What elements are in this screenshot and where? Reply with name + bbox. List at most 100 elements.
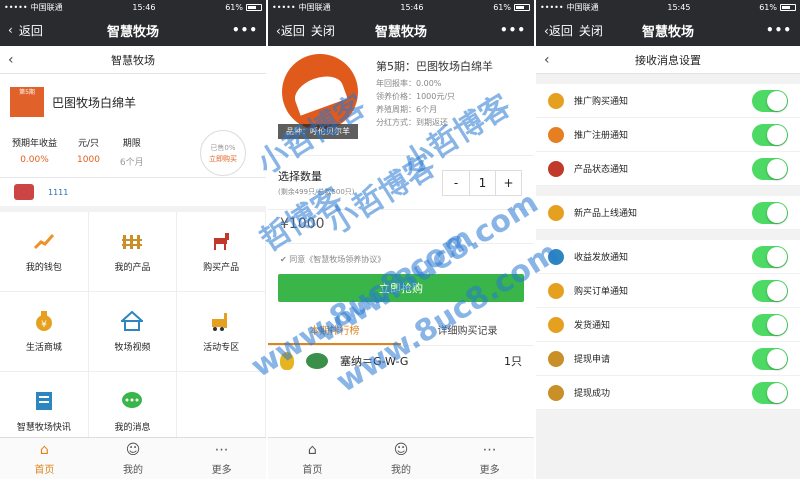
wechat-nav-bar: ‹返回 关闭 智慧牧场 •••	[536, 14, 800, 46]
notification-icon	[548, 384, 564, 401]
clock: 15:46	[132, 2, 156, 12]
svg-text:¥: ¥	[41, 320, 47, 330]
nav-title: 智慧牧场	[641, 24, 694, 40]
setting-label: 新产品上线通知	[574, 209, 638, 219]
battery-icon	[246, 3, 262, 11]
back-button[interactable]: ‹返回	[544, 22, 573, 39]
tab-more[interactable]: ⋯ 更多	[177, 438, 266, 479]
panel-product-detail: ••••• 中国联通 15:46 61% ‹返回 关闭 智慧牧场 ••• 品种：呼伦…	[268, 0, 534, 479]
setting-row: 推广注册通知	[536, 118, 800, 152]
avatar	[14, 184, 34, 200]
setting-row: 提现申请	[536, 342, 800, 376]
product-card[interactable]: 第5期 巴图牧场白绵羊 预期年收益 0.00% 元/只 1000 期限 6个月 已售0…	[0, 74, 266, 178]
notification-icon	[548, 350, 564, 367]
chevron-left-icon[interactable]: ‹	[8, 52, 28, 68]
settings-group: 新产品上线通知	[536, 196, 800, 230]
notification-toggle[interactable]	[752, 381, 788, 404]
setting-label: 发货通知	[574, 321, 611, 331]
product-header: 品种：呼伦贝尔羊 第5期：巴图牧场白绵羊 年回报率：0.00% 领养价格：100…	[268, 46, 534, 156]
grid-item-products[interactable]: 我的产品	[88, 212, 178, 292]
grid-item-wallet[interactable]: 我的钱包	[0, 212, 89, 292]
buy-now-circle[interactable]: 已售0% 立即购买	[200, 130, 246, 176]
notification-toggle[interactable]	[752, 279, 788, 302]
home-icon: ⌂	[307, 441, 317, 458]
tab-mine[interactable]: ☺ 我的	[357, 438, 446, 479]
battery-icon	[514, 3, 530, 11]
avatar	[306, 353, 328, 369]
carrier: 中国联通	[30, 2, 63, 12]
tab-ranking[interactable]: 本期排行榜	[268, 320, 401, 345]
notification-icon	[548, 282, 564, 299]
user-row[interactable]: 1111	[0, 178, 266, 206]
panel-notification-settings: ••••• 中国联通 15:45 61% ‹返回 关闭 智慧牧场 ••• ‹ 接收消…	[536, 0, 800, 479]
notification-toggle[interactable]	[752, 201, 788, 224]
product-name: 巴图牧场白绵羊	[52, 96, 137, 110]
setting-row: 新产品上线通知	[536, 196, 800, 230]
settings-list: 推广购买通知 推广注册通知 产品状态通知 新产品上线通知 收益发放通知 购买订单通知 发货通…	[536, 84, 800, 410]
back-button[interactable]: ‹返回	[8, 22, 78, 39]
rank-row: 塞纳＝G-W-G 1只	[268, 346, 534, 376]
setting-label: 提现成功	[574, 389, 611, 399]
setting-label: 产品状态通知	[574, 165, 629, 175]
fence-icon	[121, 230, 143, 252]
status-bar: ••••• 中国联通 15:46 61%	[0, 0, 266, 14]
buy-now-button[interactable]: 立即抢购	[278, 274, 524, 302]
chevron-left-icon[interactable]: ‹	[544, 52, 564, 68]
grid-item-buy[interactable]: 购买产品	[177, 212, 266, 292]
period-tag: 第5期	[10, 87, 44, 117]
nav-title: 智慧牧场	[374, 24, 427, 40]
plus-button[interactable]: +	[495, 171, 521, 195]
tab-purchase-records[interactable]: 详细购买记录	[401, 320, 534, 345]
setting-label: 推广购买通知	[574, 97, 629, 107]
notification-toggle[interactable]	[752, 157, 788, 180]
setting-label: 提现申请	[574, 355, 611, 365]
notification-icon	[548, 160, 564, 177]
tab-home[interactable]: ⌂ 首页	[268, 438, 357, 479]
home-icon: ⌂	[39, 441, 49, 458]
tab-mine[interactable]: ☺ 我的	[89, 438, 178, 479]
more-menu-button[interactable]: •••	[456, 23, 526, 37]
close-button[interactable]: 关闭	[311, 22, 335, 39]
tab-home[interactable]: ⌂ 首页	[0, 438, 89, 479]
medal-icon	[280, 352, 294, 370]
notification-icon	[548, 316, 564, 333]
grid-item-mall[interactable]: ¥ 生活商城	[0, 292, 89, 372]
tab-more[interactable]: ⋯ 更多	[445, 438, 534, 479]
user-icon: ☺	[393, 441, 409, 458]
product-stats: 预期年收益 0.00% 元/只 1000 期限 6个月	[12, 136, 144, 168]
back-button[interactable]: ‹返回	[276, 22, 305, 39]
close-button[interactable]: 关闭	[579, 22, 603, 39]
setting-row: 推广购买通知	[536, 84, 800, 118]
feature-grid: 我的钱包 我的产品 购买产品 ¥ 生活商城 牧场视频 活动专区 智慧牧场快讯 我的…	[0, 212, 266, 452]
more-menu-button[interactable]: •••	[722, 23, 792, 37]
agreement-checkbox[interactable]: ✔ 同意《智慧牧场领养协议》	[268, 244, 534, 274]
battery-percent: 61%	[225, 2, 243, 12]
notification-toggle[interactable]	[752, 347, 788, 370]
dots-icon: ⋯	[482, 441, 497, 458]
grid-item-video[interactable]: 牧场视频	[88, 292, 178, 372]
minus-button[interactable]: -	[443, 171, 469, 195]
quantity-stepper[interactable]: - 1 +	[442, 170, 522, 196]
setting-row: 提现成功	[536, 376, 800, 410]
breed-tag: 品种：呼伦贝尔羊	[278, 124, 358, 139]
notification-toggle[interactable]	[752, 313, 788, 336]
notification-toggle[interactable]	[752, 89, 788, 112]
page-title: 接收消息设置	[635, 53, 701, 67]
page-header: ‹ 接收消息设置	[536, 46, 800, 74]
stat-price: 元/只 1000	[77, 139, 100, 165]
rank-user-name: 塞纳＝G-W-G	[340, 355, 409, 368]
notification-icon	[548, 92, 564, 109]
battery-icon	[780, 3, 796, 11]
more-menu-button[interactable]: •••	[188, 23, 258, 37]
grid-item-events[interactable]: 活动专区	[177, 292, 266, 372]
quantity-value[interactable]: 1	[469, 171, 495, 195]
house-icon	[121, 310, 144, 332]
notification-toggle[interactable]	[752, 123, 788, 146]
settings-group: 收益发放通知 购买订单通知 发货通知 提现申请 提现成功	[536, 240, 800, 410]
tab-bar: ⌂ 首页 ☺ 我的 ⋯ 更多	[268, 437, 534, 479]
stat-return: 预期年收益 0.00%	[12, 139, 58, 165]
wechat-nav-bar: ‹ 返回 智慧牧场 •••	[0, 14, 266, 46]
notification-icon	[548, 126, 564, 143]
notification-toggle[interactable]	[752, 245, 788, 268]
clock: 15:45	[667, 2, 691, 12]
